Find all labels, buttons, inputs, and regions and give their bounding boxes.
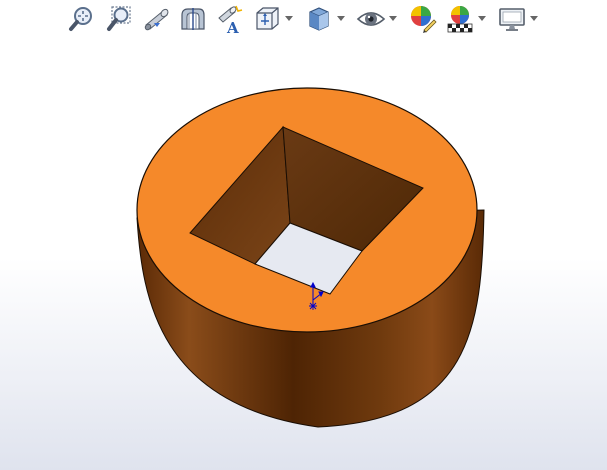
view-orientation-icon (256, 7, 279, 30)
edit-appearance-icon (411, 6, 437, 33)
hide-show-items-dropdown[interactable] (389, 3, 399, 35)
section-view-button[interactable] (177, 3, 209, 35)
apply-scene-button[interactable] (444, 3, 476, 35)
zoom-to-fit-icon (69, 7, 92, 31)
view-orientation-button[interactable] (251, 3, 283, 35)
chevron-down-icon (389, 16, 397, 21)
display-style-button[interactable] (303, 3, 335, 35)
edit-appearance-button[interactable] (407, 3, 439, 35)
heads-up-view-toolbar: A (66, 2, 548, 36)
svg-text:A: A (226, 19, 239, 34)
chevron-down-icon (530, 16, 538, 21)
dynamic-annotation-icon: A (218, 5, 243, 34)
zoom-to-fit-button[interactable] (66, 3, 98, 35)
apply-scene-icon (447, 6, 473, 33)
section-view-icon (181, 8, 205, 30)
previous-view-button[interactable] (140, 3, 172, 35)
view-settings-dropdown[interactable] (530, 3, 540, 35)
zoom-to-area-icon (107, 6, 131, 31)
part-model-view[interactable] (0, 40, 607, 470)
eye-icon (356, 12, 386, 26)
chevron-down-icon (337, 16, 345, 21)
view-settings-button[interactable] (496, 3, 528, 35)
monitor-icon (499, 8, 525, 31)
previous-view-icon (144, 8, 169, 31)
dynamic-annotation-views-button[interactable]: A (214, 3, 246, 35)
hide-show-items-button[interactable] (355, 3, 387, 35)
chevron-down-icon (285, 16, 293, 21)
apply-scene-dropdown[interactable] (478, 3, 488, 35)
display-style-icon (309, 7, 329, 31)
zoom-to-area-button[interactable] (103, 3, 135, 35)
view-orientation-dropdown[interactable] (285, 3, 295, 35)
display-style-dropdown[interactable] (337, 3, 347, 35)
graphics-area[interactable] (0, 40, 607, 470)
chevron-down-icon (478, 16, 486, 21)
